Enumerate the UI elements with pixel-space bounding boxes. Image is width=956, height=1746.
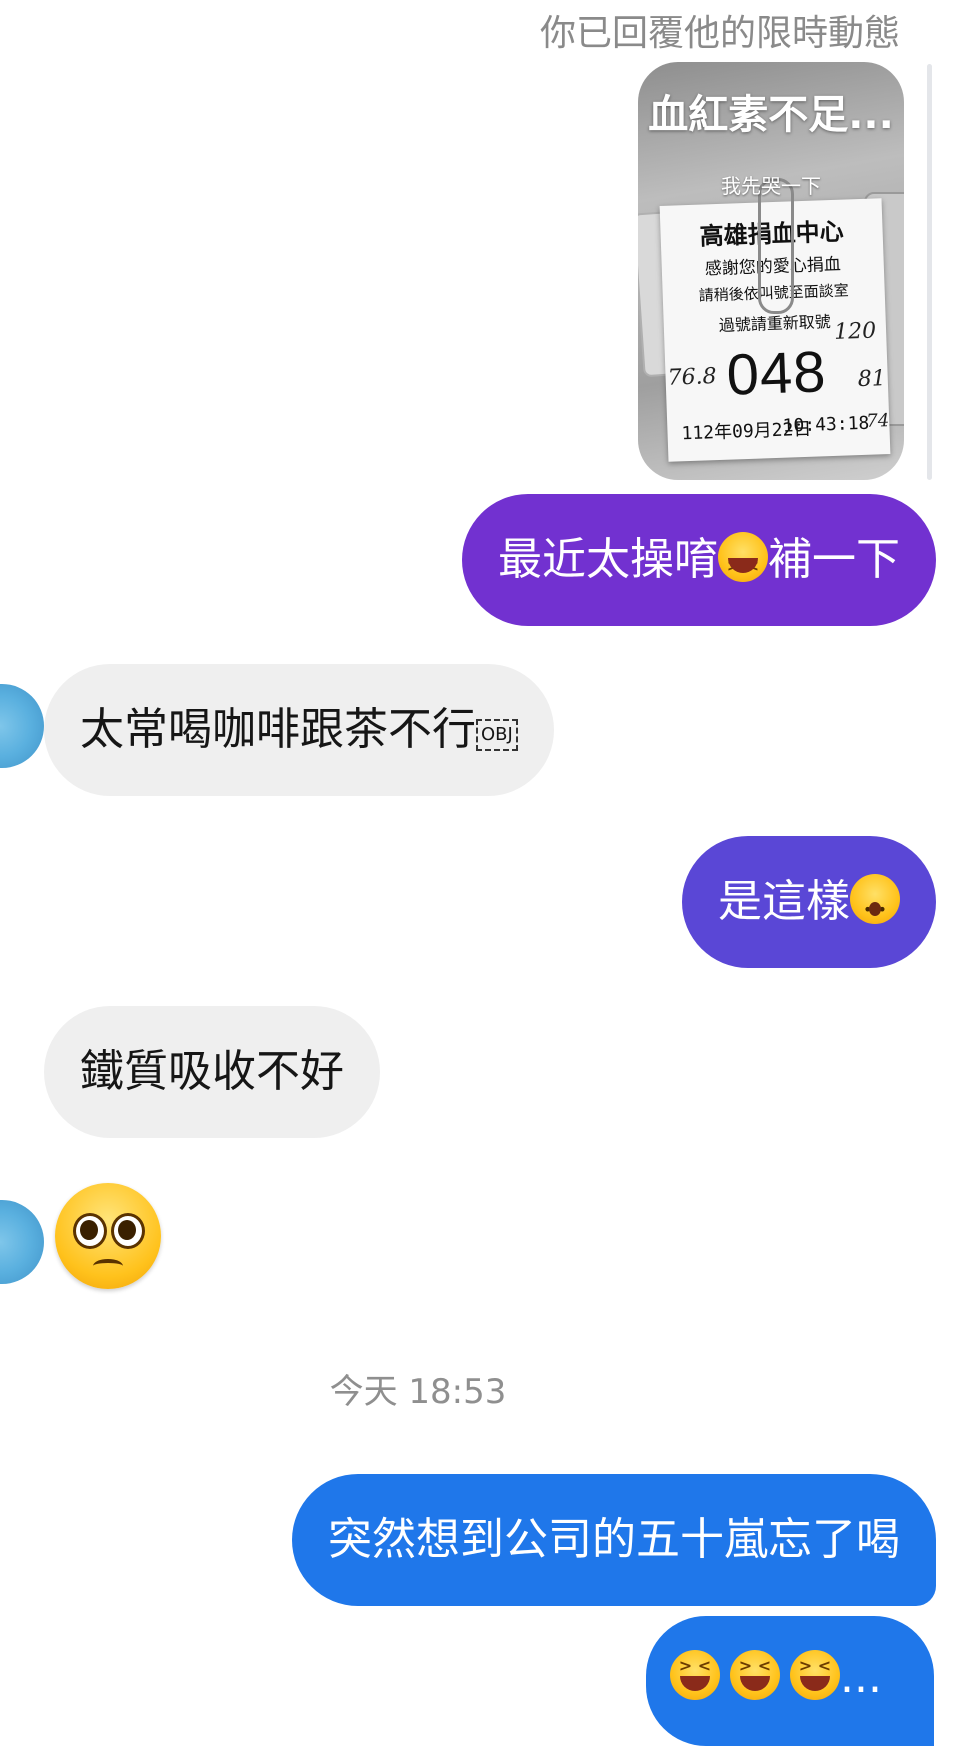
emoji-mouth [93, 1259, 123, 1273]
message-text: 最近太操唷 [498, 534, 718, 585]
contact-avatar[interactable] [0, 1200, 44, 1284]
message-text-after: 補一下 [768, 534, 900, 585]
message-text: 是這樣 [718, 876, 850, 927]
handwritten-top: 120 [833, 318, 877, 345]
message-bubble-sent[interactable]: ... [646, 1616, 934, 1746]
pleading-face-emoji-icon[interactable] [55, 1183, 161, 1289]
story-side-bar [927, 64, 932, 480]
message-bubble-sent[interactable]: 突然想到公司的五十嵐忘了喝 [292, 1474, 936, 1606]
laughing-emoji-icon [670, 1650, 720, 1700]
laughing-emoji-icon [718, 532, 768, 594]
story-reply-note: 你已回覆他的限時動態 [539, 13, 900, 54]
story-title: 血紅素不足... [648, 92, 894, 138]
contact-avatar[interactable] [0, 684, 44, 768]
message-bubble-received[interactable]: 鐵質吸收不好 [44, 1006, 380, 1138]
story-caption: 我先哭一下 [721, 174, 821, 198]
truncation-ellipsis: ... [840, 1652, 882, 1703]
timestamp-divider: 今天 18:53 [329, 1372, 507, 1412]
message-text: 鐵質吸收不好 [80, 1046, 344, 1097]
message-bubble-received[interactable]: 太常喝咖啡跟茶不行 OBJ [44, 664, 554, 796]
message-bubble-sent[interactable]: 最近太操唷補一下 [462, 494, 936, 626]
message-text: 突然想到公司的五十嵐忘了喝 [328, 1514, 900, 1565]
message-text: 太常喝咖啡跟茶不行 [80, 704, 476, 755]
emoji-eye-right [111, 1213, 145, 1249]
handwritten-bottom: 74 [865, 410, 890, 432]
handwritten-left: 76.8 [667, 364, 718, 391]
laughing-emoji-icon [730, 1650, 780, 1700]
story-preview[interactable]: 高雄捐血中心 感謝您的愛心捐血 請稍後依叫號至面談室 過號請重新取號 048 1… [638, 62, 904, 480]
laughing-emoji-icon [790, 1650, 840, 1700]
handwritten-mid: 81 [857, 366, 887, 393]
object-placeholder-icon: OBJ [476, 719, 518, 751]
astonished-emoji-icon [850, 874, 900, 938]
message-bubble-sent[interactable]: 是這樣 [682, 836, 936, 968]
emoji-eye-left [73, 1213, 107, 1249]
ticket-time: 10:43:18 [782, 412, 870, 437]
